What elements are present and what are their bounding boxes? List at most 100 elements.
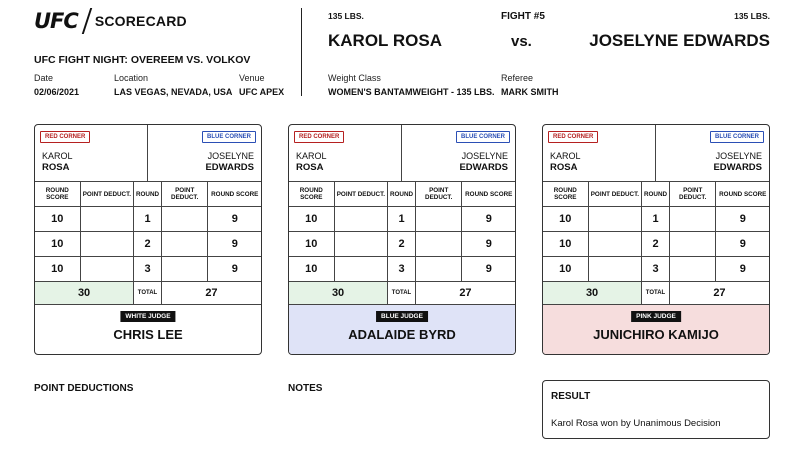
red-corner-fighter: KAROL ROSA [296, 150, 327, 174]
round-row: 10 2 9 [289, 232, 515, 257]
round-header: ROUND [388, 182, 416, 206]
score-header: ROUND SCORE POINT DEDUCT. ROUND POINT DE… [289, 182, 515, 207]
weight-class-label: Weight Class [328, 73, 381, 83]
blue-point-deduct [162, 232, 209, 256]
round-score-header: ROUND SCORE [719, 190, 767, 198]
round-score-header: ROUND SCORE [211, 190, 259, 198]
red-round-score: 10 [543, 207, 589, 231]
red-point-deduct [81, 232, 135, 256]
blue-point-deduct [416, 257, 463, 281]
blue-first-name: JOSELYNE [207, 151, 254, 161]
location-value: LAS VEGAS, NEVADA, USA [114, 87, 233, 97]
red-first-name: KAROL [550, 151, 581, 161]
blue-corner-fighter: JOSELYNE EDWARDS [205, 150, 254, 174]
notes-heading: NOTES [288, 383, 323, 394]
result-text: Karol Rosa won by Unanimous Decision [551, 418, 721, 429]
round-number: 2 [642, 232, 670, 256]
card-fighters: RED CORNER KAROL ROSA BLUE CORNER JOSELY… [543, 125, 769, 182]
round-row: 10 1 9 [35, 207, 261, 232]
red-point-deduct [589, 207, 643, 231]
blue-total: 27 [459, 287, 472, 299]
blue-corner-tag: BLUE CORNER [201, 131, 256, 143]
round-number: 2 [134, 232, 162, 256]
ufc-logo: UFC SCORECARD [34, 8, 187, 34]
score-header: ROUND SCORE POINT DEDUCT. ROUND POINT DE… [35, 182, 261, 207]
round-number: 2 [388, 232, 416, 256]
red-round-score: 10 [35, 207, 81, 231]
red-point-deduct [589, 232, 643, 256]
point-deduct-header: POINT DEDUCT. [670, 182, 717, 206]
round-row: 10 3 9 [543, 257, 769, 282]
result-heading: RESULT [551, 391, 591, 402]
round-score-header: ROUND SCORE [35, 182, 81, 206]
result-box: RESULT Karol Rosa won by Unanimous Decis… [542, 380, 770, 439]
blue-point-deduct [416, 232, 463, 256]
blue-corner-fighter: JOSELYNE EDWARDS [713, 150, 762, 174]
point-deduct-header: POINT DEDUCT. [162, 182, 209, 206]
blue-round-score: 9 [739, 263, 746, 275]
versus-label: vs. [511, 33, 532, 50]
blue-total: 27 [713, 287, 726, 299]
blue-last-name: EDWARDS [205, 162, 254, 173]
blue-corner-cell: BLUE CORNER JOSELYNE EDWARDS [148, 125, 261, 181]
judge-tag: WHITE JUDGE [120, 311, 176, 322]
judge-panel: BLUE JUDGE ADALAIDE BYRD [289, 305, 515, 354]
blue-corner-tag: BLUE CORNER [709, 131, 764, 143]
blue-round-score: 9 [739, 213, 746, 225]
judge-tag: BLUE JUDGE [376, 311, 428, 322]
red-point-deduct [335, 207, 389, 231]
round-score-header: ROUND SCORE [289, 182, 335, 206]
blue-round-score: 9 [485, 263, 492, 275]
red-corner-tag: RED CORNER [548, 131, 599, 143]
red-point-deduct [81, 257, 135, 281]
round-row: 10 3 9 [289, 257, 515, 282]
blue-point-deduct [670, 207, 717, 231]
red-corner-cell: RED CORNER KAROL ROSA [543, 125, 656, 181]
judge-scorecard: RED CORNER KAROL ROSA BLUE CORNER JOSELY… [542, 124, 770, 355]
red-corner-cell: RED CORNER KAROL ROSA [35, 125, 148, 181]
red-first-name: KAROL [296, 151, 327, 161]
red-total: 30 [289, 282, 389, 304]
date-value: 02/06/2021 [34, 87, 80, 97]
judge-scorecard: RED CORNER KAROL ROSA BLUE CORNER JOSELY… [288, 124, 516, 355]
blue-weight: 135 LBS. [734, 11, 770, 21]
blue-point-deduct [416, 207, 463, 231]
round-score-header: ROUND SCORE [465, 190, 513, 198]
blue-corner-cell: BLUE CORNER JOSELYNE EDWARDS [656, 125, 769, 181]
blue-last-name: EDWARDS [713, 162, 762, 173]
venue-value: UFC APEX [239, 87, 285, 97]
judge-panel: WHITE JUDGE CHRIS LEE [35, 305, 261, 354]
date-label: Date [34, 73, 54, 83]
red-round-score: 10 [289, 232, 335, 256]
fight-number: FIGHT #5 [501, 11, 545, 22]
red-round-score: 10 [289, 207, 335, 231]
round-number: 3 [134, 257, 162, 281]
location-label: Location [114, 73, 149, 83]
card-fighters: RED CORNER KAROL ROSA BLUE CORNER JOSELY… [35, 125, 261, 182]
header-divider [301, 8, 302, 96]
round-row: 10 1 9 [543, 207, 769, 232]
blue-round-score: 9 [231, 213, 238, 225]
judge-scorecard: RED CORNER KAROL ROSA BLUE CORNER JOSELY… [34, 124, 262, 355]
round-number: 1 [642, 207, 670, 231]
red-total: 30 [543, 282, 643, 304]
red-corner-tag: RED CORNER [40, 131, 91, 143]
logo-divider [81, 8, 93, 34]
event-name: UFC FIGHT NIGHT: OVEREEM VS. VOLKOV [34, 54, 251, 66]
blue-point-deduct [670, 257, 717, 281]
red-point-deduct [335, 257, 389, 281]
blue-round-score: 9 [739, 238, 746, 250]
red-corner-fighter: KAROL ROSA [550, 150, 581, 174]
referee-label: Referee [501, 73, 534, 83]
red-point-deduct [335, 232, 389, 256]
logo-text: UFC [34, 9, 79, 33]
total-row: 30 TOTAL 27 [35, 282, 261, 305]
point-deduct-header: POINT DEDUCT. [416, 182, 463, 206]
red-last-name: ROSA [296, 162, 324, 173]
round-row: 10 1 9 [289, 207, 515, 232]
red-first-name: KAROL [42, 151, 73, 161]
blue-fighter-name: JOSELYNE EDWARDS [589, 31, 770, 50]
round-header: ROUND [134, 182, 162, 206]
red-last-name: ROSA [42, 162, 70, 173]
round-score-header: ROUND SCORE [543, 182, 589, 206]
